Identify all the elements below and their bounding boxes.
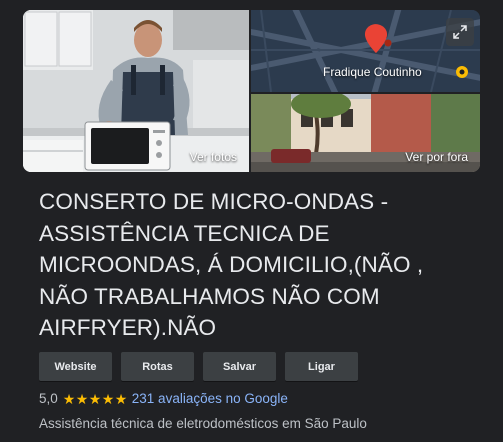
technician-photo-image: [23, 10, 249, 172]
street-view-preview[interactable]: Ver por fora: [251, 94, 480, 172]
street-view-label[interactable]: Ver por fora: [405, 150, 468, 164]
call-button[interactable]: Ligar: [285, 352, 358, 381]
expand-map-button[interactable]: [446, 18, 474, 46]
see-photos-label[interactable]: Ver fotos: [190, 150, 237, 164]
business-photo[interactable]: Ver fotos: [23, 10, 249, 172]
expand-icon: [453, 25, 467, 39]
rating-row: 5,0 ★ ★ ★ ★ ★ 231 avaliações no Google: [39, 391, 288, 406]
save-button[interactable]: Salvar: [203, 352, 276, 381]
rating-value: 5,0: [39, 391, 58, 406]
routes-button[interactable]: Rotas: [121, 352, 194, 381]
business-category: Assistência técnica de eletrodomésticos …: [39, 416, 367, 431]
star-icon: ★: [75, 390, 89, 407]
star-icon: ★: [114, 390, 128, 407]
rating-stars: ★ ★ ★ ★ ★: [63, 392, 128, 406]
reviews-link[interactable]: 231 avaliações no Google: [132, 391, 288, 406]
business-name: CONSERTO DE MICRO-ONDAS - ASSISTÊNCIA TE…: [39, 189, 424, 340]
map-preview[interactable]: Fradique Coutinho: [251, 10, 480, 92]
photo-gallery: Ver fotos Fradique Coutinho Ver por fora: [23, 10, 480, 172]
business-card: Ver fotos Fradique Coutinho Ver por fora…: [23, 10, 480, 442]
star-icon: ★: [62, 390, 76, 407]
action-bar: Website Rotas Salvar Ligar: [39, 352, 358, 381]
star-icon: ★: [101, 390, 115, 407]
website-button[interactable]: Website: [39, 352, 112, 381]
star-icon: ★: [88, 390, 102, 407]
map-place-label: Fradique Coutinho: [323, 65, 422, 79]
